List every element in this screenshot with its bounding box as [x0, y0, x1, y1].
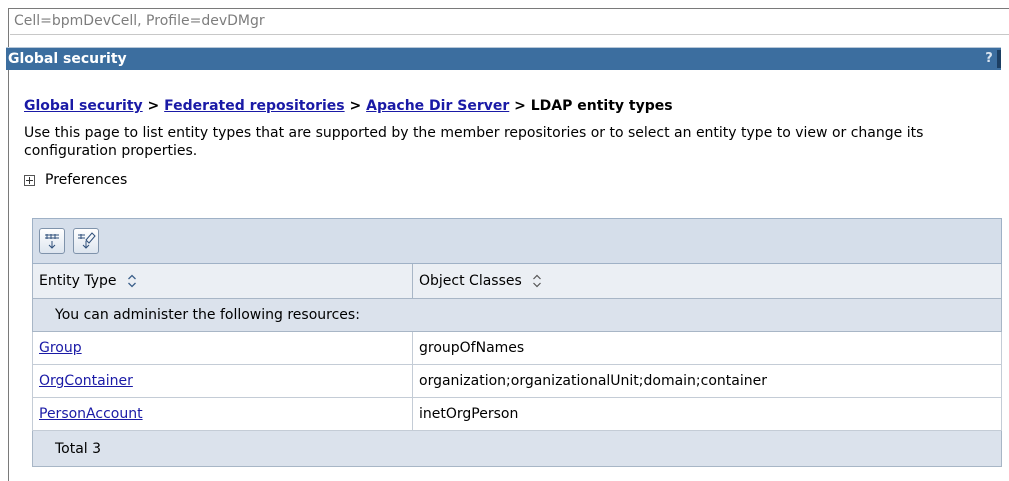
select-all-icon	[45, 234, 59, 249]
breadcrumb-apache-dir-server[interactable]: Apache Dir Server	[366, 98, 509, 114]
preferences-label: Preferences	[45, 172, 128, 188]
table-header-row: Entity Type Object Classes	[32, 263, 1002, 299]
breadcrumb-global-security[interactable]: Global security	[24, 98, 143, 114]
cell-divider	[10, 34, 1009, 35]
sort-icon[interactable]	[127, 274, 137, 288]
preferences-toggle[interactable]: Preferences	[24, 170, 1001, 190]
help-button[interactable]: ?	[983, 49, 995, 69]
entity-type-link[interactable]: PersonAccount	[39, 406, 143, 422]
breadcrumb-separator: >	[147, 98, 160, 114]
main-content: Global security > Federated repositories…	[24, 94, 1001, 190]
deselect-all-button[interactable]	[73, 228, 100, 254]
object-classes-cell: groupOfNames	[412, 331, 1002, 365]
entity-type-link[interactable]: OrgContainer	[39, 373, 133, 389]
table-row: OrgContainer organization;organizational…	[32, 364, 1002, 398]
panel-title: Global security	[8, 51, 127, 67]
page-description: Use this page to list entity types that …	[24, 125, 924, 159]
breadcrumb: Global security > Federated repositories…	[24, 94, 1001, 118]
breadcrumb-federated-repositories[interactable]: Federated repositories	[164, 98, 344, 114]
entity-types-table: Entity Type Object Classes You can admin…	[32, 218, 1002, 467]
breadcrumb-current: LDAP entity types	[530, 98, 673, 114]
breadcrumb-separator: >	[514, 98, 526, 114]
column-header-label: Entity Type	[39, 273, 117, 289]
column-header-object-classes[interactable]: Object Classes	[412, 263, 1002, 299]
admin-message-row: You can administer the following resourc…	[32, 298, 1002, 332]
table-row: PersonAccount inetOrgPerson	[32, 397, 1002, 431]
entity-type-link[interactable]: Group	[39, 340, 82, 356]
cell-profile-label: Cell=bpmDevCell, Profile=devDMgr	[14, 13, 265, 29]
sort-icon[interactable]	[532, 274, 542, 288]
table-total-row: Total 3	[32, 430, 1002, 467]
column-header-label: Object Classes	[419, 273, 522, 289]
breadcrumb-separator: >	[349, 98, 362, 114]
deselect-all-icon	[78, 232, 97, 249]
object-classes-cell: organization;organizationalUnit;domain;c…	[412, 364, 1002, 398]
object-classes-cell: inetOrgPerson	[412, 397, 1002, 431]
panel-title-bar: Global security ?	[6, 47, 1001, 70]
table-row: Group groupOfNames	[32, 331, 1002, 365]
select-all-button[interactable]	[39, 228, 65, 254]
expand-plus-icon[interactable]	[24, 174, 35, 186]
title-bar-edge	[997, 50, 1001, 68]
total-count: Total 3	[32, 430, 1002, 467]
table-toolbar	[32, 218, 1002, 264]
column-header-entity-type[interactable]: Entity Type	[32, 263, 413, 299]
admin-message: You can administer the following resourc…	[32, 298, 1002, 332]
